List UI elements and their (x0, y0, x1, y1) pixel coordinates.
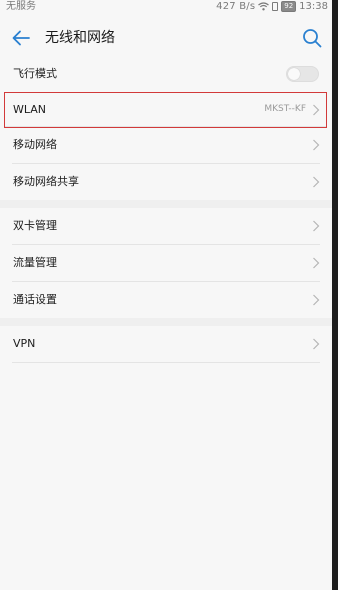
airplane-mode-row[interactable]: 飞行模式 (12, 56, 320, 93)
row-label: 移动网络 (13, 138, 57, 151)
vpn-row[interactable]: VPN (12, 326, 320, 363)
arrow-left-icon[interactable] (9, 26, 33, 50)
chevron-right-icon (313, 257, 320, 269)
section-divider (0, 200, 332, 208)
status-right-group: 427 B/s 92 13:38 (216, 0, 328, 13)
network-speed: 427 B/s (216, 1, 256, 12)
chevron-right-icon (313, 220, 320, 232)
section-divider (0, 318, 332, 326)
section-connectivity: 飞行模式 WLAN MKST--KF 移动网络 移动网络共享 (0, 56, 332, 200)
row-label: VPN (13, 337, 36, 350)
tethering-row[interactable]: 移动网络共享 (12, 164, 320, 200)
chevron-right-icon (313, 176, 320, 188)
call-settings-row[interactable]: 通话设置 (12, 282, 320, 318)
wifi-icon (258, 2, 270, 11)
app-header: 无线和网络 (0, 18, 332, 58)
page-title: 无线和网络 (45, 30, 115, 46)
wlan-network-name: MKST--KF (264, 104, 306, 114)
battery-indicator: 92 (281, 1, 297, 12)
row-label: 流量管理 (13, 256, 57, 269)
settings-screen: 无服务 427 B/s 92 13:38 无线和网络 飞行模式 WLAN MKS… (0, 0, 332, 590)
row-label: WLAN (13, 103, 47, 116)
screen-edge (332, 0, 338, 590)
airplane-mode-toggle[interactable] (286, 66, 319, 82)
dual-sim-row[interactable]: 双卡管理 (12, 208, 320, 245)
clock: 13:38 (299, 1, 328, 12)
section-sim: 双卡管理 流量管理 通话设置 (0, 208, 332, 318)
row-label: 双卡管理 (13, 219, 57, 232)
data-usage-row[interactable]: 流量管理 (12, 245, 320, 282)
toggle-knob (288, 68, 300, 80)
carrier-status: 无服务 (6, 1, 36, 12)
search-icon[interactable] (300, 26, 324, 50)
row-label: 飞行模式 (13, 67, 57, 80)
status-bar: 无服务 427 B/s 92 13:38 (0, 0, 332, 15)
row-label: 通话设置 (13, 293, 57, 306)
mobile-network-row[interactable]: 移动网络 (12, 127, 320, 164)
chevron-right-icon (313, 139, 320, 151)
chevron-right-icon (313, 104, 320, 116)
row-label: 移动网络共享 (13, 175, 79, 188)
chevron-right-icon (313, 294, 320, 306)
chevron-right-icon (313, 338, 320, 350)
sim-card-icon (272, 2, 279, 11)
wlan-row[interactable]: WLAN MKST--KF (4, 92, 327, 128)
settings-list: 飞行模式 WLAN MKST--KF 移动网络 移动网络共享 双卡管理 流量管理… (0, 56, 332, 363)
section-vpn: VPN (0, 326, 332, 363)
